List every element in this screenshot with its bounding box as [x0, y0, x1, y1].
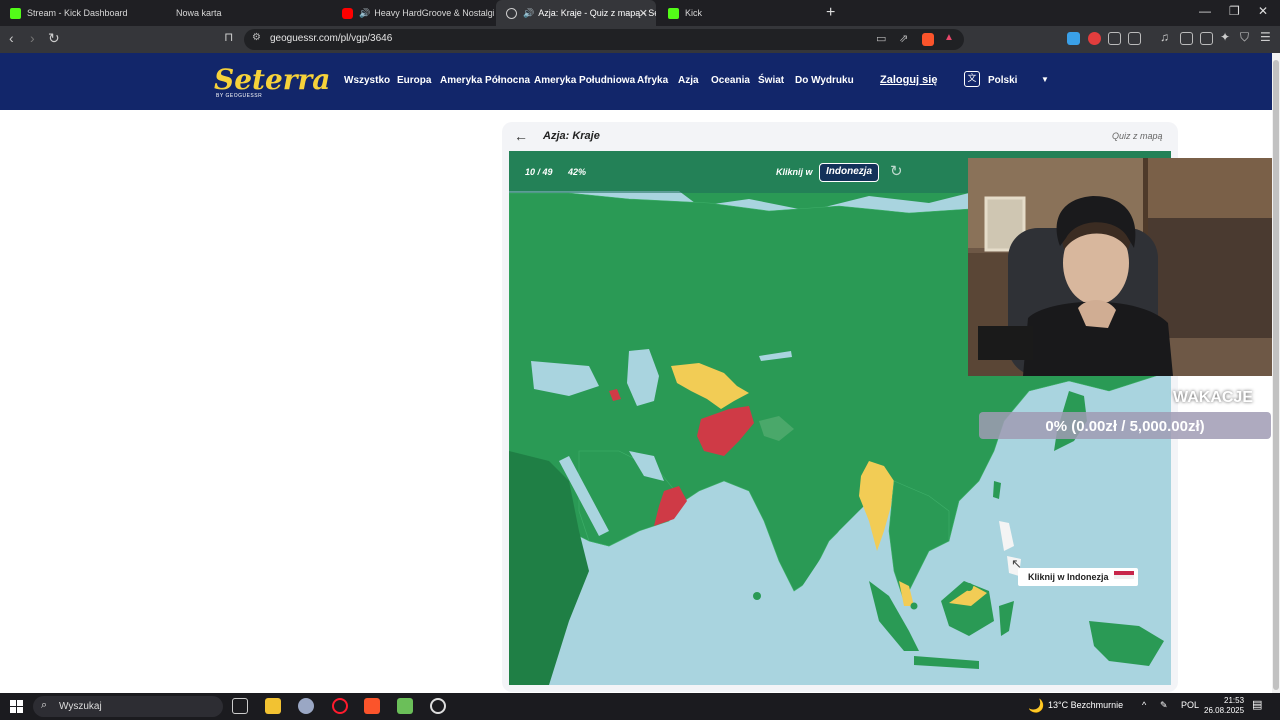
close-window-icon[interactable]: ✕ [1258, 4, 1268, 18]
donation-goal-widget: WAKACJE 0% (0.00zł / 5,000.00zł) [979, 384, 1271, 439]
login-link[interactable]: Zaloguj się [880, 74, 937, 86]
site-info-icon[interactable]: ⚙ [252, 32, 261, 43]
input-language[interactable]: POL [1181, 700, 1199, 710]
close-icon[interactable]: ✕ [639, 7, 648, 20]
app-icon[interactable] [298, 698, 314, 714]
cast-icon[interactable]: ▭ [876, 32, 886, 45]
site-header: Seterra BY GEOGUESSR Wszystko Europa Ame… [0, 53, 1280, 110]
quiz-mode[interactable]: Quiz z mapą [1112, 131, 1163, 141]
back-arrow-icon[interactable]: ← [514, 128, 528, 144]
indonesia-flag-icon [1114, 571, 1134, 579]
clock-time: 21:53 [1224, 696, 1245, 705]
logo-subtitle: BY GEOGUESSR [216, 93, 263, 99]
record-extension-icon[interactable] [1088, 32, 1101, 45]
kick-icon [10, 7, 21, 19]
tab-seterra-quiz[interactable]: 🔊 Azja: Kraje - Quiz z mapą - Se ✕ [496, 0, 656, 26]
language-icon[interactable]: 文 [964, 71, 980, 87]
nav-do-wydruku[interactable]: Do Wydruku [795, 75, 854, 86]
tab-kick-dashboard[interactable]: Stream - Kick Dashboard [0, 0, 166, 26]
audio-icon: 🔊 [359, 7, 371, 18]
reload-icon[interactable]: ↻ [48, 30, 60, 47]
brave-rewards-icon[interactable]: ▲ [944, 32, 954, 43]
webcam-overlay [968, 158, 1280, 376]
browser-tab-strip: Stream - Kick Dashboard Nowa karta 🔊 Hea… [0, 0, 1280, 26]
link-icon [506, 7, 517, 19]
minimize-icon[interactable]: — [1199, 4, 1211, 18]
tab-label: Kick [685, 8, 703, 18]
media-icon[interactable]: ♫ [1160, 30, 1173, 44]
brave-shield-icon[interactable] [922, 33, 934, 46]
nav-ameryka-poludniowa[interactable]: Ameryka Południowa [534, 75, 635, 86]
audio-icon: 🔊 [523, 7, 535, 18]
mouse-cursor-icon: ↖ [1011, 556, 1022, 571]
seterra-logo[interactable]: Seterra [214, 63, 330, 96]
tab-youtube-music[interactable]: 🔊 Heavy HardGroove & Nostalgic T [332, 0, 494, 26]
new-tab-button[interactable]: + [826, 4, 835, 22]
browser-toolbar: ‹ › ↻ ⊓ ⚙ geoguessr.com/pl/vgp/3646 ▭ ⇗ … [0, 26, 1280, 53]
address-bar[interactable]: ⚙ geoguessr.com/pl/vgp/3646 ▭ ⇗ ▲ [244, 29, 964, 50]
bookmark-icon[interactable]: ⊓ [224, 30, 233, 44]
taskbar-search[interactable]: ⌕ Wyszukaj [33, 696, 223, 717]
chat-app-icon[interactable] [397, 698, 413, 714]
extensions-icon[interactable] [1108, 32, 1121, 45]
back-icon[interactable]: ‹ [9, 30, 14, 46]
restore-icon[interactable]: ❐ [1229, 4, 1240, 18]
share-icon[interactable]: ⇗ [899, 32, 908, 45]
forward-icon[interactable]: › [30, 30, 35, 46]
menu-icon[interactable]: ☰ [1260, 30, 1273, 44]
target-country: Indonezja [819, 163, 880, 182]
youtube-icon [342, 7, 353, 19]
donation-progress-text: 0% (0.00zł / 5,000.00zł) [1045, 418, 1205, 435]
chevron-down-icon[interactable]: ▼ [1041, 75, 1049, 84]
search-placeholder: Wyszukaj [59, 701, 102, 712]
brave-browser-icon[interactable] [364, 698, 380, 714]
score-percent: 42% [568, 167, 587, 177]
weather-text[interactable]: 13°C Bezchmurnie [1048, 700, 1123, 710]
tab-kick[interactable]: Kick [658, 0, 818, 26]
tray-chevron-icon[interactable]: ^ [1142, 700, 1146, 710]
translate-extension-icon[interactable] [1067, 32, 1080, 45]
obs-icon[interactable] [430, 698, 446, 714]
quiz-title: Azja: Kraje [543, 130, 600, 142]
tab-new-tab[interactable]: Nowa karta [166, 0, 332, 26]
tab-label: Stream - Kick Dashboard [27, 8, 128, 18]
kick-icon [668, 7, 679, 19]
tooltip-text: Kliknij w Indonezja [1028, 572, 1109, 582]
donation-progress-bar: 0% (0.00zł / 5,000.00zł) [979, 412, 1271, 439]
opera-icon[interactable] [332, 698, 348, 714]
screenshot-icon[interactable] [1128, 32, 1141, 45]
page-scrollbar-thumb[interactable] [1273, 60, 1279, 690]
vpn-shield-icon[interactable]: ⛉ [1240, 30, 1253, 44]
url-text: geoguessr.com/pl/vgp/3646 [270, 33, 393, 44]
tab-label: Heavy HardGroove & Nostalgic T [374, 8, 494, 18]
progress-count: 10 / 49 [525, 167, 553, 177]
windows-taskbar: ⌕ Wyszukaj 🌙 13°C Bezchmurnie ^ ✎ POL 21… [0, 693, 1280, 720]
windows-start-icon[interactable] [10, 700, 23, 713]
taskbar-clock[interactable]: 21:53 26.08.2025 [1204, 696, 1244, 716]
pen-icon[interactable]: ✎ [1160, 700, 1168, 711]
clock-date: 26.08.2025 [1204, 706, 1245, 715]
nav-azja[interactable]: Azja [678, 75, 699, 86]
tab-label: Nowa karta [176, 8, 222, 18]
wallet-icon[interactable] [1200, 32, 1213, 45]
notification-icon[interactable]: ▤ [1252, 698, 1262, 711]
nav-swiat[interactable]: Świat [758, 75, 784, 86]
file-explorer-icon[interactable] [265, 698, 281, 714]
sidebar-icon[interactable] [1180, 32, 1193, 45]
nav-afryka[interactable]: Afryka [637, 75, 668, 86]
nav-wszystko[interactable]: Wszystko [344, 75, 390, 86]
nav-ameryka-polnocna[interactable]: Ameryka Północna [440, 75, 530, 86]
nav-europa[interactable]: Europa [397, 75, 431, 86]
prompt-label: Kliknij w [776, 167, 813, 177]
donation-title: WAKACJE [1172, 389, 1253, 406]
task-view-icon[interactable] [232, 698, 248, 714]
weather-icon: 🌙 [1028, 698, 1045, 713]
search-icon: ⌕ [41, 699, 48, 711]
language-select[interactable]: Polski [988, 75, 1017, 86]
leo-ai-icon[interactable]: ✦ [1220, 30, 1233, 44]
webcam-feed-image [968, 158, 1280, 376]
nav-oceania[interactable]: Oceania [711, 75, 750, 86]
restart-icon[interactable]: ↻ [890, 162, 903, 180]
cursor-tooltip: Kliknij w Indonezja [1018, 568, 1138, 586]
